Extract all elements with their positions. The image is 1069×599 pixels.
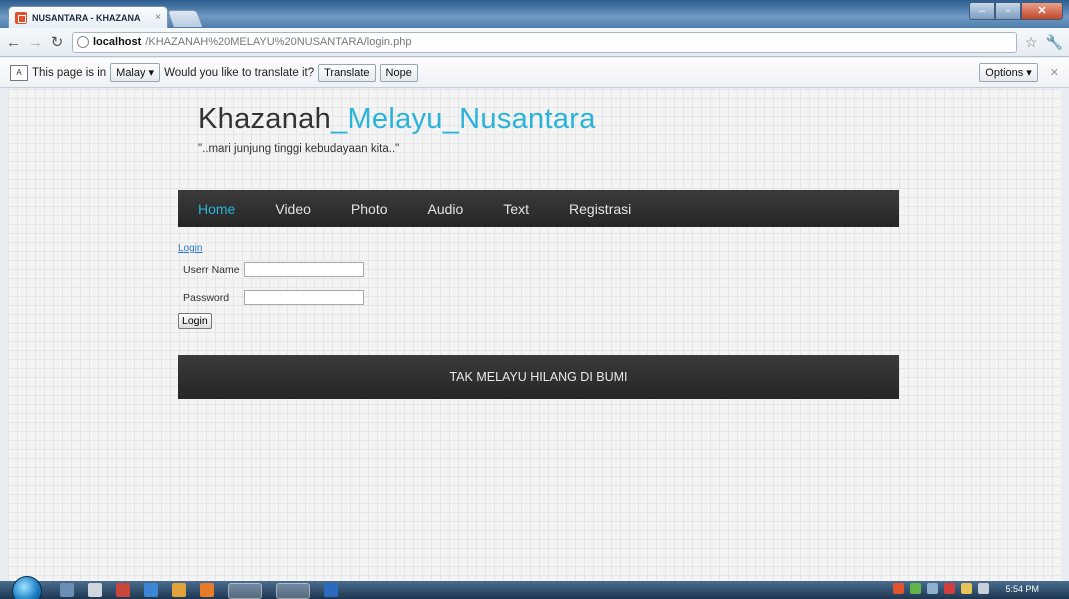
browser-titlebar: NUSANTARA - KHAZANA × – ▫ ✕	[0, 0, 1069, 28]
explorer-icon[interactable]	[60, 583, 74, 597]
media-icon[interactable]	[88, 583, 102, 597]
password-input[interactable]	[244, 290, 364, 305]
bookmark-star-icon[interactable]: ☆	[1025, 34, 1038, 51]
photoshop-icon[interactable]	[324, 583, 338, 597]
nav-item-audio[interactable]: Audio	[428, 201, 464, 217]
volume-icon[interactable]	[978, 583, 990, 594]
taskbar-active-app-icon[interactable]	[228, 583, 262, 599]
site-favicon-icon	[15, 11, 27, 24]
url-host: localhost	[93, 36, 142, 48]
minimize-button[interactable]: –	[969, 2, 995, 20]
nav-item-registrasi[interactable]: Registrasi	[569, 201, 631, 217]
login-submit-button[interactable]: Login	[178, 313, 212, 329]
browser-tab[interactable]: NUSANTARA - KHAZANA ×	[8, 6, 168, 28]
close-window-button[interactable]: ✕	[1021, 2, 1063, 20]
browser-toolbar: ← → ↻ localhost/KHAZANAH%20MELAYU%20NUSA…	[0, 28, 1069, 57]
taskbar-clock[interactable]: 5:54 PM	[1005, 584, 1039, 594]
tray-network-icon[interactable]	[910, 583, 922, 594]
ie-icon[interactable]	[144, 583, 158, 597]
page-info-icon[interactable]	[77, 36, 89, 48]
main-navbar: Home Video Photo Audio Text Registrasi	[178, 190, 899, 227]
taskbar-pinned-apps	[60, 583, 338, 599]
tray-device-icon[interactable]	[927, 583, 939, 594]
folder-icon[interactable]	[172, 583, 186, 597]
new-tab-button[interactable]	[166, 10, 204, 27]
forward-arrow-icon[interactable]: →	[28, 34, 43, 51]
tab-title: NUSANTARA - KHAZANA	[32, 12, 141, 23]
nav-item-home[interactable]: Home	[198, 201, 235, 217]
options-button[interactable]: Options ▾	[979, 63, 1038, 82]
nav-item-text[interactable]: Text	[503, 201, 529, 217]
login-heading-link[interactable]: Login	[178, 243, 202, 254]
site-tagline: "..mari junjung tinggi kebudayaan kita..…	[198, 143, 400, 155]
window-controls: – ▫ ✕	[969, 2, 1063, 20]
password-label: Password	[183, 292, 230, 304]
tab-close-icon[interactable]: ×	[155, 12, 161, 23]
translate-infobar: A This page is in Malay ▾ Would you like…	[0, 58, 1069, 88]
wrench-menu-icon[interactable]: 🔧	[1046, 34, 1063, 51]
firefox-icon[interactable]	[200, 583, 214, 597]
tray-flag-icon[interactable]	[944, 583, 956, 594]
footer-motto: TAK MELAYU HILANG DI BUMI	[449, 370, 628, 384]
site-title: Khazanah_Melayu_Nusantara	[198, 103, 596, 136]
translate-prefix: This page is in	[32, 66, 107, 79]
system-tray: 5:54 PM	[893, 583, 1039, 594]
page-content: Khazanah_Melayu_Nusantara "..mari junjun…	[8, 89, 1061, 581]
site-title-highlight: _Melayu_Nusantara	[331, 103, 596, 135]
start-button[interactable]	[12, 576, 42, 599]
chrome-taskbar-icon[interactable]	[276, 583, 310, 599]
tray-app-icon[interactable]	[893, 583, 905, 594]
username-label: Userr Name	[183, 264, 240, 276]
url-path: /KHAZANAH%20MELAYU%20NUSANTARA/login.php	[145, 36, 412, 48]
language-select[interactable]: Malay ▾	[110, 63, 161, 82]
windows-taskbar: 5:54 PM	[0, 576, 1069, 599]
site-title-plain: Khazanah	[198, 103, 332, 135]
username-input[interactable]	[244, 262, 364, 277]
nope-button[interactable]: Nope	[379, 63, 418, 82]
reload-icon[interactable]: ↻	[50, 33, 64, 51]
maximize-button[interactable]: ▫	[995, 2, 1021, 20]
nav-item-photo[interactable]: Photo	[351, 201, 388, 217]
address-bar[interactable]: localhost/KHAZANAH%20MELAYU%20NUSANTARA/…	[72, 31, 1017, 53]
translate-button[interactable]: Translate	[318, 63, 376, 82]
tray-alert-icon[interactable]	[961, 583, 973, 594]
app-icon[interactable]	[116, 583, 130, 597]
translate-icon: A	[10, 64, 28, 81]
page-footer: TAK MELAYU HILANG DI BUMI	[178, 355, 899, 399]
infobar-close-icon[interactable]: ✕	[1050, 66, 1059, 79]
translate-question: Would you like to translate it?	[164, 66, 315, 79]
back-arrow-icon[interactable]: ←	[6, 34, 21, 51]
nav-item-video[interactable]: Video	[275, 201, 311, 217]
